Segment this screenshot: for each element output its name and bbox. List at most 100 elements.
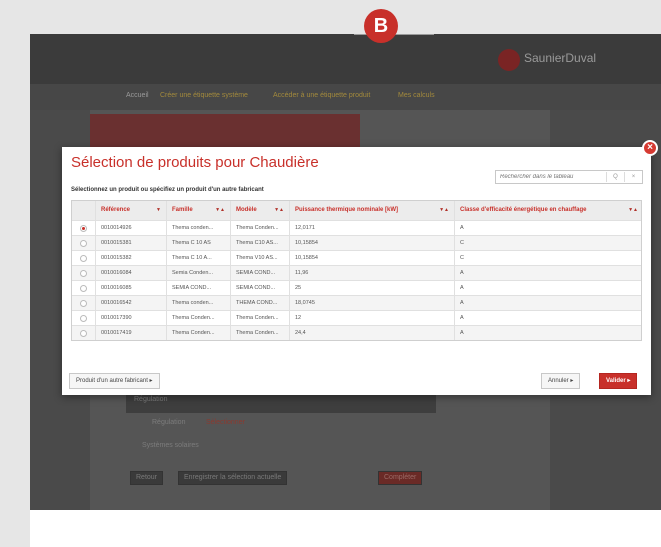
column-header-family[interactable]: Famille ▼▲: [166, 201, 230, 220]
column-header-label: Référence: [101, 207, 131, 213]
modal-subtitle: Sélectionnez un produit ou spécifiez un …: [71, 187, 264, 193]
row-radio-button[interactable]: [80, 285, 87, 292]
nav-item-my-calculations[interactable]: Mes calculs: [398, 92, 435, 99]
nav-item-home[interactable]: Accueil: [126, 92, 149, 99]
cell-model: THEMA COND...: [230, 296, 289, 310]
cancel-button[interactable]: Annuler ▸: [541, 373, 581, 389]
cell-family: Thema conden...: [166, 221, 230, 235]
cell-energy-class: A: [454, 266, 643, 280]
column-header-label: Puissance thermique nominale [kW]: [295, 207, 399, 213]
cell-family: Thema C 10 AS: [166, 236, 230, 250]
row-radio-button[interactable]: [80, 240, 87, 247]
cell-energy-class: A: [454, 326, 643, 340]
cell-power: 12: [289, 311, 454, 325]
sort-icon: ▼: [156, 207, 161, 213]
complete-button[interactable]: Compléter: [378, 471, 423, 485]
table-row[interactable]: 0010015381 Thema C 10 AS Thema C10 AS...…: [72, 235, 641, 250]
other-manufacturer-button[interactable]: Produit d'un autre fabricant ▸: [69, 373, 160, 389]
close-icon[interactable]: ×: [642, 140, 658, 156]
radio-cell: [72, 311, 95, 325]
cell-model: SEMIA COND...: [230, 266, 289, 280]
cell-power: 10,15854: [289, 236, 454, 250]
cell-energy-class: A: [454, 221, 643, 235]
row-radio-button[interactable]: [80, 300, 87, 307]
table-row[interactable]: 0010016084 Semia Conden... SEMIA COND...…: [72, 265, 641, 280]
row-radio-button[interactable]: [80, 330, 87, 337]
table-row[interactable]: 0010016085 SEMIA COND... SEMIA COND... 2…: [72, 280, 641, 295]
cell-family: Thema conden...: [166, 296, 230, 310]
save-selection-button[interactable]: Enregistrer la sélection actuelle: [178, 471, 288, 485]
cell-family: Thema Conden...: [166, 311, 230, 325]
radio-cell: [72, 266, 95, 280]
cell-power: 11,96: [289, 266, 454, 280]
radio-cell: [72, 296, 95, 310]
radio-cell: [72, 326, 95, 340]
cell-reference: 0010016084: [95, 266, 166, 280]
table-row[interactable]: 0010014926 Thema conden... Thema Conden.…: [72, 220, 641, 235]
cell-power: 24,4: [289, 326, 454, 340]
cell-power: 25: [289, 281, 454, 295]
cell-model: Thema Conden...: [230, 221, 289, 235]
table-row[interactable]: 0010017419 Thema Conden... Thema Conden.…: [72, 325, 641, 340]
table-row[interactable]: 0010015382 Thema C 10 A... Thema V10 AS.…: [72, 250, 641, 265]
select-link[interactable]: Sélectionner: [206, 419, 245, 426]
cell-energy-class: C: [454, 236, 643, 250]
product-selection-modal: Sélection de produits pour Chaudière Q ×…: [62, 147, 651, 395]
nav-item-create-system-label[interactable]: Créer une étiquette système: [160, 92, 248, 99]
row-radio-button[interactable]: [80, 255, 87, 262]
main-nav: Accueil Créer une étiquette système Accé…: [30, 84, 661, 110]
cell-reference: 0010016542: [95, 296, 166, 310]
cell-model: Thema V10 AS...: [230, 251, 289, 265]
cell-model: Thema Conden...: [230, 326, 289, 340]
cell-power: 12,0171: [289, 221, 454, 235]
cell-reference: 0010015381: [95, 236, 166, 250]
cell-family: Thema C 10 A...: [166, 251, 230, 265]
column-header-power[interactable]: Puissance thermique nominale [kW] ▼▲: [289, 201, 454, 220]
back-button[interactable]: Retour: [130, 471, 164, 485]
row-radio-button[interactable]: [80, 315, 87, 322]
column-header-energy-class[interactable]: Classe d'efficacité énergétique en chauf…: [454, 201, 643, 220]
table-header-row: Référence ▼ Famille ▼▲ Modèle ▼▲ Puissance …: [72, 201, 641, 220]
modal-title: Sélection de produits pour Chaudière: [71, 154, 319, 171]
cell-family: Thema Conden...: [166, 326, 230, 340]
sort-icon: ▼▲: [439, 207, 449, 213]
search-icon[interactable]: Q: [606, 172, 624, 182]
cell-reference: 0010017390: [95, 311, 166, 325]
search-input[interactable]: [496, 171, 601, 183]
regulation-label: Régulation: [152, 419, 186, 426]
cell-model: Thema Conden...: [230, 311, 289, 325]
cell-model: Thema C10 AS...: [230, 236, 289, 250]
brand-logo-icon: [498, 49, 520, 71]
step-badge: B: [364, 9, 398, 43]
cell-energy-class: A: [454, 281, 643, 295]
nav-item-product-label[interactable]: Accéder à une étiquette produit: [273, 92, 370, 99]
column-header-label: Famille: [172, 207, 193, 213]
brand-name: SaunierDuval: [524, 51, 597, 65]
section-regulation-label: Régulation: [134, 396, 168, 403]
radio-cell: [72, 281, 95, 295]
cell-energy-class: A: [454, 296, 643, 310]
cell-reference: 0010017419: [95, 326, 166, 340]
select-column-header: [72, 201, 95, 220]
row-radio-button[interactable]: [80, 225, 87, 232]
table-row[interactable]: 0010016542 Thema conden... THEMA COND...…: [72, 295, 641, 310]
radio-cell: [72, 236, 95, 250]
sort-icon: ▼▲: [274, 207, 284, 213]
cell-power: 10,15854: [289, 251, 454, 265]
validate-button[interactable]: Valider ▸: [599, 373, 638, 389]
column-header-reference[interactable]: Référence ▼: [95, 201, 166, 220]
column-header-label: Modèle: [236, 207, 257, 213]
radio-cell: [72, 221, 95, 235]
row-radio-button[interactable]: [80, 270, 87, 277]
cell-family: Semia Conden...: [166, 266, 230, 280]
section-solar-label: Systèmes solaires: [142, 442, 199, 449]
cell-family: SEMIA COND...: [166, 281, 230, 295]
column-header-model[interactable]: Modèle ▼▲: [230, 201, 289, 220]
cell-energy-class: C: [454, 251, 643, 265]
cell-reference: 0010015382: [95, 251, 166, 265]
table-row[interactable]: 0010017390 Thema Conden... Thema Conden.…: [72, 310, 641, 325]
sort-icon: ▼▲: [628, 207, 638, 213]
cell-model: SEMIA COND...: [230, 281, 289, 295]
radio-cell: [72, 251, 95, 265]
clear-search-icon[interactable]: ×: [624, 172, 642, 182]
